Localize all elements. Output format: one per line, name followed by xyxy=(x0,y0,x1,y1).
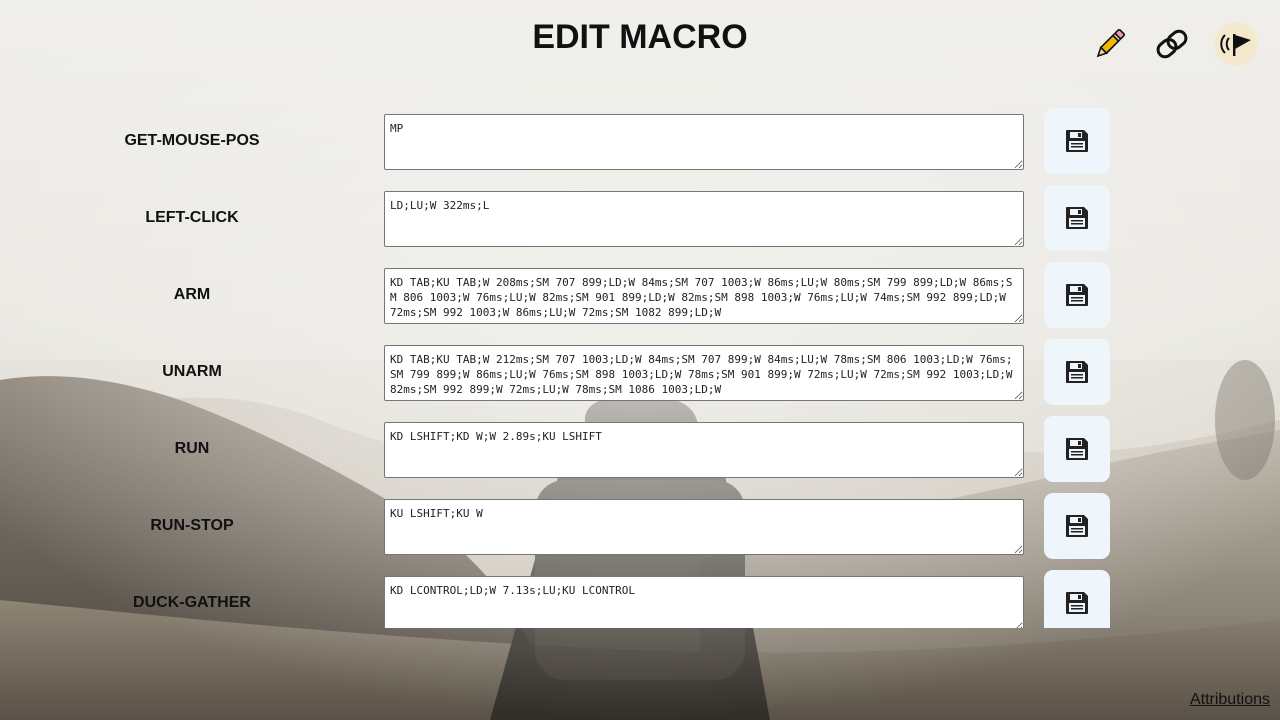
edit-button[interactable] xyxy=(1090,22,1130,66)
macro-name: UNARM xyxy=(162,363,222,380)
save-button[interactable] xyxy=(1044,339,1110,405)
macro-row: DUCK-GATHER KD LCONTROL;LD;W 7.13s;LU;KU… xyxy=(0,570,1280,628)
macro-input[interactable]: MP xyxy=(384,114,1024,170)
macro-row: UNARM KD TAB;KU TAB;W 212ms;SM 707 1003;… xyxy=(0,339,1280,416)
page-title: EDIT MACRO xyxy=(532,18,748,56)
save-button[interactable] xyxy=(1044,185,1110,251)
floppy-disk-icon xyxy=(1066,438,1088,460)
broadcast-button[interactable] xyxy=(1214,22,1258,66)
broadcast-flag-icon xyxy=(1220,34,1251,56)
macro-row: RUN-STOP KU LSHIFT;KU W xyxy=(0,493,1280,570)
macro-name: DUCK-GATHER xyxy=(133,594,251,611)
top-toolbar xyxy=(1090,22,1258,66)
save-button[interactable] xyxy=(1044,416,1110,482)
macro-row: RUN KD LSHIFT;KD W;W 2.89s;KU LSHIFT xyxy=(0,416,1280,493)
macro-input[interactable]: KD LSHIFT;KD W;W 2.89s;KU LSHIFT xyxy=(384,422,1024,478)
floppy-disk-icon xyxy=(1066,515,1088,537)
floppy-disk-icon xyxy=(1066,207,1088,229)
floppy-disk-icon xyxy=(1066,592,1088,614)
save-button[interactable] xyxy=(1044,570,1110,628)
macro-name: GET-MOUSE-POS xyxy=(124,132,260,149)
link-button[interactable] xyxy=(1152,22,1192,66)
macro-input[interactable]: KU LSHIFT;KU W xyxy=(384,499,1024,555)
save-button[interactable] xyxy=(1044,108,1110,174)
macro-row: LEFT-CLICK LD;LU;W 322ms;L xyxy=(0,185,1280,262)
macro-list: GET-MOUSE-POS MP LEFT-CLICK LD;LU;W 322m… xyxy=(0,108,1280,628)
floppy-disk-icon xyxy=(1066,130,1088,152)
macro-input[interactable]: KD LCONTROL;LD;W 7.13s;LU;KU LCONTROL xyxy=(384,576,1024,628)
macro-name: RUN-STOP xyxy=(150,517,234,534)
macro-name: LEFT-CLICK xyxy=(145,209,239,226)
macro-input[interactable]: KD TAB;KU TAB;W 208ms;SM 707 899;LD;W 84… xyxy=(384,268,1024,324)
save-button[interactable] xyxy=(1044,493,1110,559)
save-button[interactable] xyxy=(1044,262,1110,328)
floppy-disk-icon xyxy=(1066,284,1088,306)
macro-input[interactable]: KD TAB;KU TAB;W 212ms;SM 707 1003;LD;W 8… xyxy=(384,345,1024,401)
macro-row: ARM KD TAB;KU TAB;W 208ms;SM 707 899;LD;… xyxy=(0,262,1280,339)
macro-name: RUN xyxy=(174,440,210,457)
macro-row: GET-MOUSE-POS MP xyxy=(0,108,1280,185)
pencil-icon xyxy=(1096,28,1126,58)
link-icon xyxy=(1156,29,1188,59)
macro-name: ARM xyxy=(173,286,211,303)
attributions-link[interactable]: Attributions xyxy=(1190,691,1270,709)
floppy-disk-icon xyxy=(1066,361,1088,383)
macro-input[interactable]: LD;LU;W 322ms;L xyxy=(384,191,1024,247)
